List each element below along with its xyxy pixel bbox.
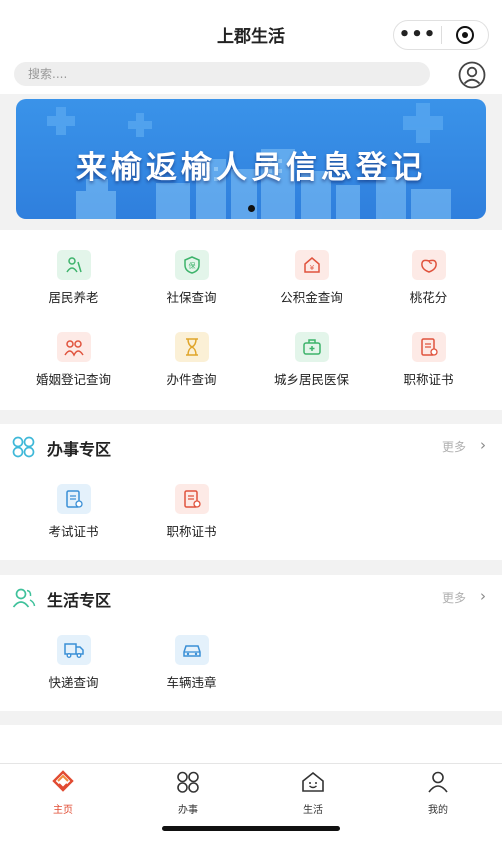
service-label: 公积金查询 [280, 290, 343, 305]
profile-button[interactable] [458, 61, 486, 89]
service-label: 社保查询 [166, 290, 217, 305]
title-certificate-icon [174, 484, 209, 514]
peach-icon [411, 250, 446, 280]
chevron-right-icon[interactable]: › [480, 436, 486, 454]
home-indicator [162, 826, 340, 831]
section-item-exam-certificate[interactable]: 考试证书 [11, 484, 136, 540]
medical-insurance-icon [294, 332, 329, 362]
section-life: 生活专区 更多 › 快递查询 车辆违章 [0, 575, 502, 711]
section-title: 办事专区 [47, 440, 112, 459]
banner[interactable]: 来榆返榆人员信息登记 [16, 99, 486, 219]
grid-icon [177, 771, 199, 793]
section-header: 办事专区 更多 › [0, 424, 502, 468]
elderly-icon [56, 250, 91, 280]
service-item-case-query[interactable]: 办件查询 [129, 332, 254, 388]
tab-label: 主页 [53, 805, 73, 816]
service-item-elderly[interactable]: 居民养老 [11, 250, 136, 306]
section-item-car-violation[interactable]: 车辆违章 [129, 635, 254, 691]
section-affairs: 办事专区 更多 › 考试证书 职称证书 [0, 424, 502, 560]
search-input[interactable]: 搜索.... [14, 62, 430, 86]
exam-certificate-icon [56, 484, 91, 514]
section-item-label: 快递查询 [48, 675, 99, 690]
banner-page-indicator [248, 205, 255, 212]
tab-label: 生活 [303, 805, 323, 816]
service-label: 办件查询 [166, 372, 217, 387]
service-item-social-security[interactable]: 保 社保查询 [129, 250, 254, 306]
tab-label: 办事 [178, 805, 198, 816]
housing-fund-icon: ¥ [294, 250, 329, 280]
chevron-right-icon[interactable]: › [480, 587, 486, 605]
service-label: 桃花分 [409, 290, 448, 305]
people-icon [12, 588, 36, 608]
service-label: 居民养老 [48, 290, 99, 305]
section-title: 生活专区 [47, 591, 112, 610]
grid-icon [12, 436, 35, 458]
svg-text:保: 保 [188, 261, 195, 270]
section-item-delivery[interactable]: 快递查询 [11, 635, 136, 691]
mini-program-capsule: ••• [393, 20, 489, 50]
service-label: 职称证书 [403, 372, 454, 387]
user-circle-icon [458, 61, 486, 89]
service-item-medical-insurance[interactable]: 城乡居民医保 [249, 332, 374, 388]
home-logo-icon [52, 770, 74, 792]
service-label: 城乡居民医保 [273, 372, 349, 387]
service-label: 婚姻登记查询 [35, 372, 111, 387]
section-item-label: 车辆违章 [166, 675, 217, 690]
bottom-spacer [0, 725, 502, 763]
close-target-button[interactable] [442, 21, 488, 49]
target-icon [455, 26, 474, 44]
tab-home[interactable]: 主页 [33, 770, 93, 816]
banner-title: 来榆返榆人员信息登记 [76, 150, 426, 186]
more-link[interactable]: 更多 [442, 438, 466, 455]
section-item-label: 职称证书 [166, 524, 217, 539]
section-header: 生活专区 更多 › [0, 575, 502, 619]
tab-affairs[interactable]: 办事 [158, 770, 218, 816]
more-menu-button[interactable]: ••• [394, 21, 441, 49]
service-item-housing-fund[interactable]: ¥ 公积金查询 [249, 250, 374, 306]
car-icon [174, 635, 209, 665]
service-item-certificate[interactable]: 职称证书 [366, 332, 491, 388]
tab-label: 我的 [428, 805, 448, 816]
tab-life[interactable]: 生活 [283, 770, 343, 816]
svg-text:¥: ¥ [309, 264, 314, 272]
user-icon [428, 771, 448, 793]
marriage-icon [56, 332, 91, 362]
section-item-label: 考试证书 [48, 524, 99, 539]
life-house-icon [302, 771, 324, 792]
service-item-peach[interactable]: 桃花分 [366, 250, 491, 306]
more-link[interactable]: 更多 [442, 589, 466, 606]
social-security-icon: 保 [174, 250, 209, 280]
top-bar: 上郡生活 ••• 搜索.... [0, 0, 502, 94]
service-item-marriage[interactable]: 婚姻登记查询 [11, 332, 136, 388]
service-grid: 居民养老 保 社保查询 ¥ 公积金查询 桃花分 婚姻登记查询 办件查询 城乡居民 [0, 230, 502, 410]
tab-mine[interactable]: 我的 [408, 770, 468, 816]
delivery-truck-icon [56, 635, 91, 665]
hourglass-icon [174, 332, 209, 362]
certificate-icon [411, 332, 446, 362]
section-item-title-certificate[interactable]: 职称证书 [129, 484, 254, 540]
